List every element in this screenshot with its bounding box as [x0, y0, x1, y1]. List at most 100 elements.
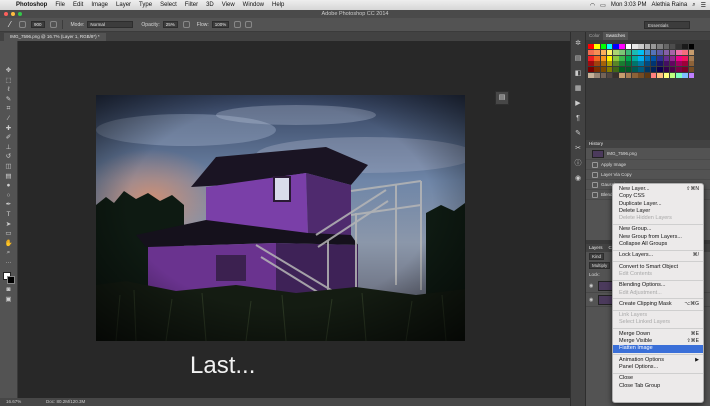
healing-tool-icon[interactable]: ✚ [3, 125, 15, 134]
swatch-cell[interactable] [613, 67, 619, 73]
tab-color[interactable]: Color [586, 32, 603, 40]
swatch-cell[interactable] [644, 67, 651, 73]
libraries-icon[interactable]: ◧ [573, 68, 584, 79]
menu-image[interactable]: Image [87, 2, 112, 8]
swatch-cell[interactable] [606, 44, 613, 49]
swatch-cell[interactable] [588, 61, 594, 67]
marquee-tool-icon[interactable]: ⬚ [3, 77, 15, 86]
menu-item-collapse-all-groups[interactable]: Collapse All Groups [613, 241, 703, 248]
swatch-cell[interactable] [669, 72, 676, 78]
path-select-tool-icon[interactable]: ➤ [3, 221, 15, 230]
visibility-eye-icon[interactable]: ◉ [589, 297, 595, 303]
swatch-cell[interactable] [625, 61, 632, 67]
opacity-field[interactable]: 25% [162, 21, 178, 28]
history-brush-tool-icon[interactable]: ↺ [3, 153, 15, 162]
history-snapshot[interactable]: IMG_7596.png [586, 148, 710, 160]
filter-kind-select[interactable]: Kind [589, 253, 605, 260]
history-step[interactable]: Layer Via Copy [586, 170, 710, 180]
swatch-cell[interactable] [619, 67, 625, 73]
swatch-cell[interactable] [669, 55, 676, 61]
swatch-cell[interactable] [613, 55, 619, 61]
swatch-cell[interactable] [619, 61, 625, 67]
swatch-cell[interactable] [613, 72, 619, 78]
swatch-cell[interactable] [638, 49, 644, 55]
menu-item-merge-visible[interactable]: Merge Visible ⇧⌘E [613, 338, 703, 345]
document-tab[interactable]: IMG_7596.png @ 16.7% (Layer 1, RGB/8*) * [4, 33, 106, 41]
battery-icon[interactable]: ▭ [600, 2, 606, 9]
swatch-cell[interactable] [613, 44, 619, 49]
swatch-cell[interactable] [594, 72, 600, 78]
type-tool-icon[interactable]: T [3, 211, 15, 220]
swatch-cell[interactable] [600, 44, 607, 49]
swatch-cell[interactable] [657, 49, 663, 55]
swatch-cell[interactable] [676, 72, 682, 78]
blur-tool-icon[interactable]: ● [3, 182, 15, 191]
swatch-cell[interactable] [676, 55, 682, 61]
swatch-cell[interactable] [688, 61, 695, 67]
swatch-cell[interactable] [657, 61, 663, 67]
more-tools-icon[interactable]: ··· [3, 259, 15, 268]
swatch-cell[interactable] [606, 49, 613, 55]
swatch-cell[interactable] [644, 72, 651, 78]
hand-tool-icon[interactable]: ✋ [3, 240, 15, 249]
swatch-cell[interactable] [600, 72, 607, 78]
swatch-cell[interactable] [650, 44, 657, 49]
wifi-icon[interactable]: ◠ [590, 2, 595, 9]
swatch-cell[interactable] [588, 44, 594, 49]
color-swatches[interactable] [2, 271, 16, 285]
clock[interactable]: Mon 3:03 PM [611, 2, 647, 8]
paragraph-icon[interactable]: ¶ [573, 113, 584, 124]
brush-preset-icon[interactable]: ⁄ [3, 20, 17, 30]
menu-item-blending-options[interactable]: Blending Options... [613, 282, 703, 289]
swatch-cell[interactable] [676, 61, 682, 67]
swatch-cell[interactable] [676, 49, 682, 55]
swatch-cell[interactable] [682, 55, 688, 61]
move-tool-icon[interactable]: ✥ [3, 67, 15, 76]
screen-mode-icon[interactable]: ▣ [3, 296, 15, 305]
swatch-cell[interactable] [619, 49, 625, 55]
swatch-cell[interactable] [669, 67, 676, 73]
swatch-cell[interactable] [638, 55, 644, 61]
properties-icon[interactable]: ◉ [573, 173, 584, 184]
swatch-cell[interactable] [688, 72, 695, 78]
swatch-cell[interactable] [619, 44, 625, 49]
swatch-cell[interactable] [688, 44, 695, 49]
swatch-cell[interactable] [682, 44, 688, 49]
menu-filter[interactable]: Filter [181, 2, 202, 8]
menu-window[interactable]: Window [239, 2, 268, 8]
background-color[interactable] [6, 276, 15, 285]
swatch-cell[interactable] [632, 61, 638, 67]
flow-field[interactable]: 100% [211, 21, 230, 28]
swatch-cell[interactable] [625, 67, 632, 73]
tools-icon[interactable]: ✂ [573, 143, 584, 154]
menu-app[interactable]: Photoshop [12, 2, 51, 8]
tab-swatches[interactable]: Swatches [602, 32, 629, 40]
menu-edit[interactable]: Edit [69, 2, 87, 8]
canvas-area[interactable]: Last... ▤ [18, 41, 570, 398]
menu-item-animation-options[interactable]: Animation Options ▶ [613, 357, 703, 364]
mode-select[interactable]: Normal [87, 21, 134, 28]
menu-item-flatten-image[interactable]: Flatten Image [613, 345, 703, 353]
lasso-tool-icon[interactable]: ℓ [3, 86, 15, 95]
swatch-cell[interactable] [688, 49, 695, 55]
pressure-size-icon[interactable] [245, 21, 253, 28]
brush-presets-icon[interactable]: ✎ [573, 128, 584, 139]
swatch-cell[interactable] [632, 49, 638, 55]
menu-item-lock-layers[interactable]: Lock Layers... ⌘/ [613, 252, 703, 259]
swatch-cell[interactable] [638, 72, 644, 78]
menu-item-close-tab-group[interactable]: Close Tab Group [613, 383, 703, 390]
swatch-cell[interactable] [688, 55, 695, 61]
swatch-cell[interactable] [588, 55, 594, 61]
swatch-cell[interactable] [669, 44, 676, 49]
tab-layers[interactable]: Layers [586, 244, 606, 252]
menu-type[interactable]: Type [135, 2, 156, 8]
pressure-opacity-icon[interactable] [182, 21, 190, 28]
gradient-tool-icon[interactable]: ▤ [3, 173, 15, 182]
swatch-cell[interactable] [638, 67, 644, 73]
swatch-cell[interactable] [606, 72, 613, 78]
history-step[interactable]: Apply Image [586, 160, 710, 170]
swatch-cell[interactable] [625, 72, 632, 78]
menu-item-delete-layer[interactable]: Delete Layer [613, 208, 703, 215]
swatch-cell[interactable] [657, 44, 663, 49]
swatch-cell[interactable] [606, 55, 613, 61]
